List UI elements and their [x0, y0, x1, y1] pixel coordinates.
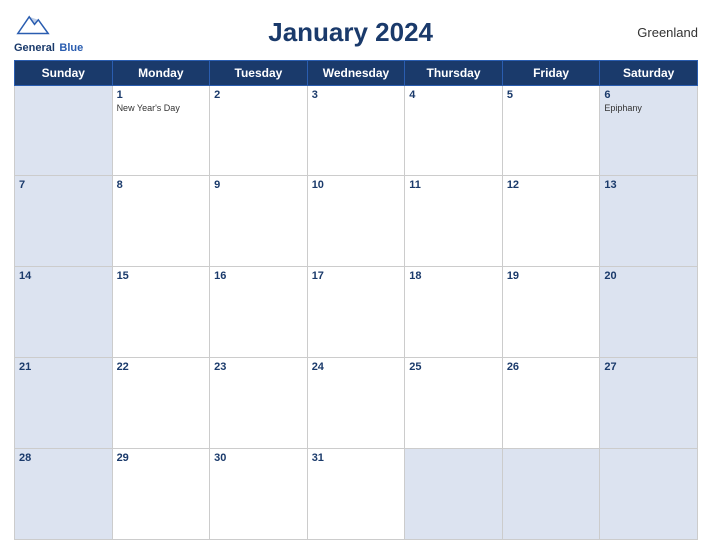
logo: General Blue	[14, 10, 83, 56]
day-number: 11	[409, 179, 498, 191]
calendar-page: General Blue January 2024 Greenland Sund…	[0, 0, 712, 550]
calendar-cell-w4-d5: 25	[405, 358, 503, 449]
week-row-1: 1 New Year's Day 23456 Epiphany	[15, 85, 698, 176]
calendar-title: January 2024	[268, 17, 433, 47]
day-number: 14	[19, 270, 108, 282]
logo-blue: Blue	[59, 42, 83, 54]
header-thursday: Thursday	[405, 60, 503, 85]
day-number: 25	[409, 361, 498, 373]
calendar-cell-w2-d3: 9	[210, 176, 308, 267]
day-number: 6	[604, 89, 693, 101]
day-number: 16	[214, 270, 303, 282]
week-row-5: 28 29 30 31	[15, 449, 698, 540]
day-number: 9	[214, 179, 303, 191]
holiday-name: Epiphany	[604, 103, 693, 114]
day-number: 18	[409, 270, 498, 282]
calendar-cell-w1-d7: 6 Epiphany	[600, 85, 698, 176]
logo-svg	[14, 10, 52, 38]
calendar-cell-w1-d6: 5	[502, 85, 600, 176]
day-number: 4	[409, 89, 498, 101]
calendar-cell-w5-d3: 30	[210, 449, 308, 540]
calendar-cell-w5-d1: 28	[15, 449, 113, 540]
weekday-header-row: Sunday Monday Tuesday Wednesday Thursday…	[15, 60, 698, 85]
calendar-cell-w2-d6: 12	[502, 176, 600, 267]
day-number: 23	[214, 361, 303, 373]
calendar-cell-w4-d7: 27	[600, 358, 698, 449]
week-row-3: 14 15 16 17 18 19 20	[15, 267, 698, 358]
holiday-name: New Year's Day	[117, 103, 206, 114]
header-friday: Friday	[502, 60, 600, 85]
day-number: 27	[604, 361, 693, 373]
calendar-cell-w2-d7: 13	[600, 176, 698, 267]
header-saturday: Saturday	[600, 60, 698, 85]
day-number: 3	[312, 89, 401, 101]
calendar-cell-w4-d1: 21	[15, 358, 113, 449]
header-tuesday: Tuesday	[210, 60, 308, 85]
title-area: January 2024	[83, 17, 618, 48]
day-number: 7	[19, 179, 108, 191]
day-number: 1	[117, 89, 206, 101]
calendar-cell-w3-d4: 17	[307, 267, 405, 358]
day-number: 8	[117, 179, 206, 191]
calendar-cell-w3-d6: 19	[502, 267, 600, 358]
calendar-cell-w3-d2: 15	[112, 267, 210, 358]
calendar-cell-w1-d2: 1 New Year's Day	[112, 85, 210, 176]
calendar-cell-w4-d3: 23	[210, 358, 308, 449]
day-number: 29	[117, 452, 206, 464]
header-monday: Monday	[112, 60, 210, 85]
day-number: 22	[117, 361, 206, 373]
day-number: 24	[312, 361, 401, 373]
week-row-4: 21 22 23 24 25 26 27	[15, 358, 698, 449]
calendar-cell-w3-d5: 18	[405, 267, 503, 358]
calendar-cell-w1-d3: 2	[210, 85, 308, 176]
calendar-cell-w5-d7	[600, 449, 698, 540]
logo-general: General	[14, 42, 55, 54]
calendar-table: Sunday Monday Tuesday Wednesday Thursday…	[14, 60, 698, 540]
calendar-cell-w4-d4: 24	[307, 358, 405, 449]
day-number: 20	[604, 270, 693, 282]
day-number: 13	[604, 179, 693, 191]
day-number: 28	[19, 452, 108, 464]
day-number: 31	[312, 452, 401, 464]
calendar-cell-w3-d3: 16	[210, 267, 308, 358]
calendar-cell-w1-d4: 3	[307, 85, 405, 176]
calendar-cell-w5-d6	[502, 449, 600, 540]
calendar-cell-w5-d4: 31	[307, 449, 405, 540]
header-wednesday: Wednesday	[307, 60, 405, 85]
day-number: 12	[507, 179, 596, 191]
day-number: 19	[507, 270, 596, 282]
day-number: 17	[312, 270, 401, 282]
week-row-2: 789 10 11 12 13	[15, 176, 698, 267]
day-number: 2	[214, 89, 303, 101]
calendar-header: General Blue January 2024 Greenland	[14, 10, 698, 56]
header-sunday: Sunday	[15, 60, 113, 85]
calendar-cell-w5-d2: 29	[112, 449, 210, 540]
day-number: 21	[19, 361, 108, 373]
day-number: 26	[507, 361, 596, 373]
country-label: Greenland	[618, 25, 698, 40]
day-number: 10	[312, 179, 401, 191]
calendar-cell-w2-d2: 8	[112, 176, 210, 267]
calendar-cell-w4-d2: 22	[112, 358, 210, 449]
calendar-cell-w1-d1	[15, 85, 113, 176]
day-number: 15	[117, 270, 206, 282]
calendar-cell-w2-d5: 11	[405, 176, 503, 267]
calendar-cell-w3-d7: 20	[600, 267, 698, 358]
calendar-cell-w5-d5	[405, 449, 503, 540]
day-number: 30	[214, 452, 303, 464]
calendar-cell-w4-d6: 26	[502, 358, 600, 449]
calendar-cell-w2-d1: 7	[15, 176, 113, 267]
day-number: 5	[507, 89, 596, 101]
calendar-cell-w1-d5: 4	[405, 85, 503, 176]
calendar-cell-w3-d1: 14	[15, 267, 113, 358]
calendar-cell-w2-d4: 10	[307, 176, 405, 267]
